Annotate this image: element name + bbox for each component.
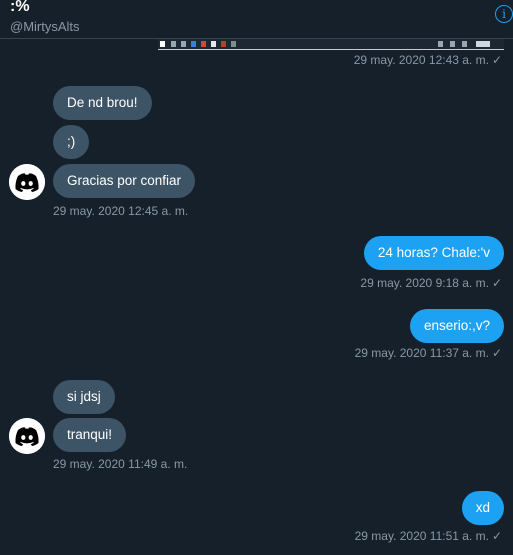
taskbar-strip [158, 39, 504, 49]
conversation-title: :% [10, 0, 30, 15]
attached-screenshot-image[interactable] [158, 39, 504, 50]
app-icon [201, 41, 206, 47]
start-icon [160, 41, 165, 47]
message-bubble-incoming[interactable]: si jdsj [53, 380, 115, 414]
conversation-handle[interactable]: @MirtysAlts [10, 19, 80, 34]
message-bubble-incoming[interactable]: De nd brou! [53, 86, 152, 120]
message-bubble-incoming[interactable]: tranqui! [53, 418, 127, 452]
tray-icon [450, 41, 455, 47]
message-bubble-outgoing[interactable]: xd [461, 491, 504, 525]
discord-logo-icon[interactable] [9, 418, 45, 454]
message-timestamp: 29 may. 2020 9:18 a. m. ✓ [360, 276, 502, 290]
tray-icon [462, 41, 467, 47]
read-receipt-icon: ✓ [491, 529, 502, 543]
app-icon [191, 41, 196, 47]
app-icon [171, 41, 176, 47]
message-bubble-outgoing[interactable]: 24 horas? Chale:'v [363, 236, 504, 270]
app-icon [211, 41, 216, 47]
clock-icon [476, 41, 490, 47]
message-bubble-incoming[interactable]: Gracias por confiar [53, 164, 196, 198]
read-receipt-icon: ✓ [491, 276, 502, 290]
dm-conversation: :% @MirtysAlts i 29 may. 2020 12:43 a. m… [0, 0, 513, 555]
info-icon[interactable]: i [495, 5, 513, 23]
message-timestamp: 29 may. 2020 11:51 a. m. ✓ [354, 529, 502, 543]
app-icon [181, 41, 186, 47]
message-bubble-incoming[interactable]: ;) [53, 125, 90, 159]
message-timestamp: 29 may. 2020 12:45 a. m. [53, 204, 189, 218]
app-icon [221, 41, 226, 47]
app-icon [231, 41, 236, 47]
conversation-header: :% @MirtysAlts i [0, 0, 513, 39]
tray-icon [438, 41, 443, 47]
read-receipt-icon: ✓ [491, 346, 502, 360]
discord-logo-icon[interactable] [9, 164, 45, 200]
message-timestamp: 29 may. 2020 11:49 a. m. [53, 457, 188, 471]
message-bubble-outgoing[interactable]: enserio:,v? [409, 309, 504, 343]
read-receipt-icon: ✓ [491, 53, 502, 67]
message-timestamp: 29 may. 2020 11:37 a. m. ✓ [354, 346, 502, 360]
message-timestamp: 29 may. 2020 12:43 a. m. ✓ [353, 53, 502, 67]
